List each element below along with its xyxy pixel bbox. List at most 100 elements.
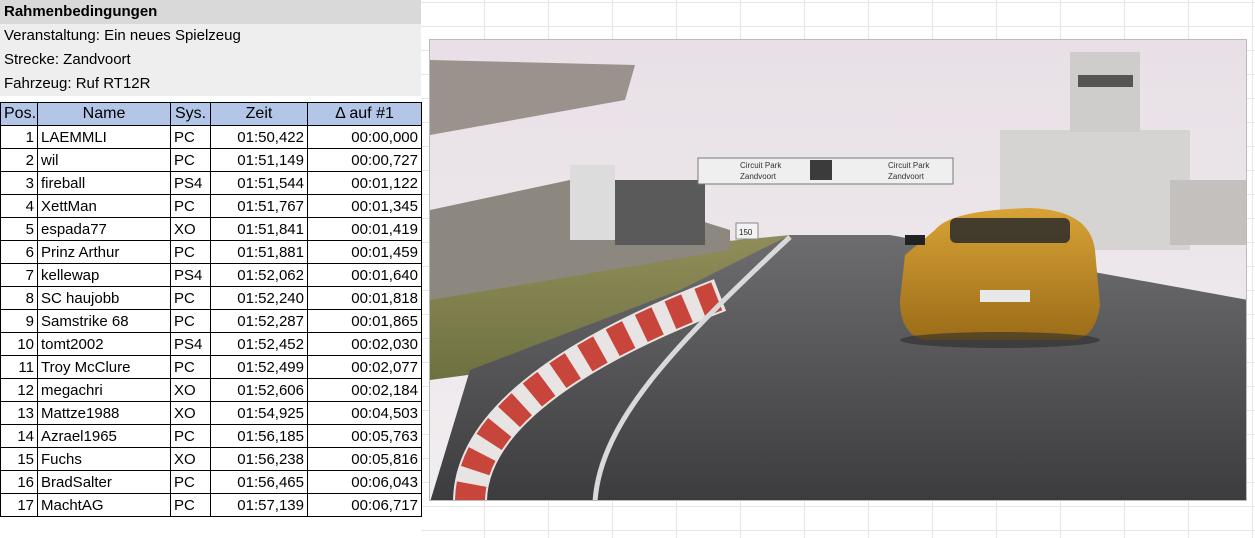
cell-sys[interactable]: PS4 [170,332,211,356]
cell-pos[interactable]: 11 [0,355,38,379]
cell-name[interactable]: Troy McClure [37,355,171,379]
cell-pos[interactable]: 17 [0,493,38,517]
cell-delta[interactable]: 00:01,818 [307,286,422,310]
cell-pos[interactable]: 3 [0,171,38,195]
cell-pos[interactable]: 9 [0,309,38,333]
cell-pos[interactable]: 2 [0,148,38,172]
cell-time[interactable]: 01:51,841 [210,217,308,241]
cell-delta[interactable]: 00:01,122 [307,171,422,195]
side-building [1170,180,1246,245]
cell-pos[interactable]: 16 [0,470,38,494]
cell-pos[interactable]: 6 [0,240,38,264]
cell-sys[interactable]: PC [170,194,211,218]
cell-sys[interactable]: PC [170,148,211,172]
cell-time[interactable]: 01:52,606 [210,378,308,402]
cell-name[interactable]: Fuchs [37,447,171,471]
banner-text-4: Zandvoort [888,172,925,181]
cell-time[interactable]: 01:51,544 [210,171,308,195]
track-line[interactable]: Strecke: Zandvoort [0,48,421,72]
header-sys[interactable]: Sys. [170,102,211,126]
cell-name[interactable]: BradSalter [37,470,171,494]
cell-pos[interactable]: 1 [0,125,38,149]
cell-pos[interactable]: 4 [0,194,38,218]
header-delta[interactable]: Δ auf #1 [307,102,422,126]
cell-name[interactable]: MachtAG [37,493,171,517]
cell-name[interactable]: espada77 [37,217,171,241]
cell-time[interactable]: 01:56,238 [210,447,308,471]
cell-sys[interactable]: PC [170,286,211,310]
cell-name[interactable]: kellewap [37,263,171,287]
cell-sys[interactable]: PC [170,125,211,149]
cell-time[interactable]: 01:51,149 [210,148,308,172]
cell-delta[interactable]: 00:02,030 [307,332,422,356]
cell-delta[interactable]: 00:00,000 [307,125,422,149]
header-name[interactable]: Name [37,102,171,126]
sheet-title[interactable]: Rahmenbedingungen [0,0,421,24]
cell-delta[interactable]: 00:05,816 [307,447,422,471]
cell-time[interactable]: 01:52,499 [210,355,308,379]
cell-delta[interactable]: 00:01,419 [307,217,422,241]
cell-delta[interactable]: 00:02,184 [307,378,422,402]
cell-time[interactable]: 01:51,881 [210,240,308,264]
cell-time[interactable]: 01:52,287 [210,309,308,333]
cell-name[interactable]: Samstrike 68 [37,309,171,333]
cell-pos[interactable]: 8 [0,286,38,310]
cell-sys[interactable]: PS4 [170,171,211,195]
vehicle-line[interactable]: Fahrzeug: Ruf RT12R [0,72,421,96]
cell-name[interactable]: wil [37,148,171,172]
cell-name[interactable]: tomt2002 [37,332,171,356]
cell-time[interactable]: 01:56,465 [210,470,308,494]
cell-delta[interactable]: 00:01,345 [307,194,422,218]
cell-name[interactable]: XettMan [37,194,171,218]
cell-sys[interactable]: XO [170,217,211,241]
cell-time[interactable]: 01:54,925 [210,401,308,425]
cell-pos[interactable]: 15 [0,447,38,471]
cell-delta[interactable]: 00:04,503 [307,401,422,425]
cell-pos[interactable]: 10 [0,332,38,356]
event-line[interactable]: Veranstaltung: Ein neues Spielzeug [0,24,421,48]
cell-name[interactable]: SC haujobb [37,286,171,310]
banner-text-2: Zandvoort [740,172,777,181]
header-time[interactable]: Zeit [210,102,308,126]
cell-time[interactable]: 01:52,452 [210,332,308,356]
cell-pos[interactable]: 14 [0,424,38,448]
cell-time[interactable]: 01:57,139 [210,493,308,517]
cell-name[interactable]: Azrael1965 [37,424,171,448]
cell-delta[interactable]: 00:01,865 [307,309,422,333]
cell-delta[interactable]: 00:05,763 [307,424,422,448]
cell-sys[interactable]: PC [170,493,211,517]
cell-name[interactable]: fireball [37,171,171,195]
table-row: 7 kellewap PS4 01:52,062 00:01,640 [0,263,422,287]
cell-time[interactable]: 01:52,240 [210,286,308,310]
cell-sys[interactable]: XO [170,401,211,425]
cell-time[interactable]: 01:56,185 [210,424,308,448]
cell-sys[interactable]: XO [170,447,211,471]
cell-sys[interactable]: XO [170,378,211,402]
cell-name[interactable]: Mattze1988 [37,401,171,425]
cell-sys[interactable]: PS4 [170,263,211,287]
cell-delta[interactable]: 00:01,459 [307,240,422,264]
cell-sys[interactable]: PC [170,470,211,494]
table-row: 2 wil PC 01:51,149 00:00,727 [0,148,422,172]
cell-delta[interactable]: 00:06,717 [307,493,422,517]
cell-time[interactable]: 01:51,767 [210,194,308,218]
cell-time[interactable]: 01:50,422 [210,125,308,149]
cell-name[interactable]: LAEMMLI [37,125,171,149]
cell-time[interactable]: 01:52,062 [210,263,308,287]
cell-pos[interactable]: 13 [0,401,38,425]
cell-delta[interactable]: 00:02,077 [307,355,422,379]
cell-delta[interactable]: 00:00,727 [307,148,422,172]
cell-sys[interactable]: PC [170,309,211,333]
cell-name[interactable]: megachri [37,378,171,402]
grandstand-left [615,180,705,245]
cell-delta[interactable]: 00:06,043 [307,470,422,494]
cell-pos[interactable]: 12 [0,378,38,402]
cell-pos[interactable]: 5 [0,217,38,241]
header-pos[interactable]: Pos. [0,102,38,126]
cell-pos[interactable]: 7 [0,263,38,287]
cell-name[interactable]: Prinz Arthur [37,240,171,264]
cell-sys[interactable]: PC [170,240,211,264]
cell-sys[interactable]: PC [170,355,211,379]
cell-delta[interactable]: 00:01,640 [307,263,422,287]
cell-sys[interactable]: PC [170,424,211,448]
